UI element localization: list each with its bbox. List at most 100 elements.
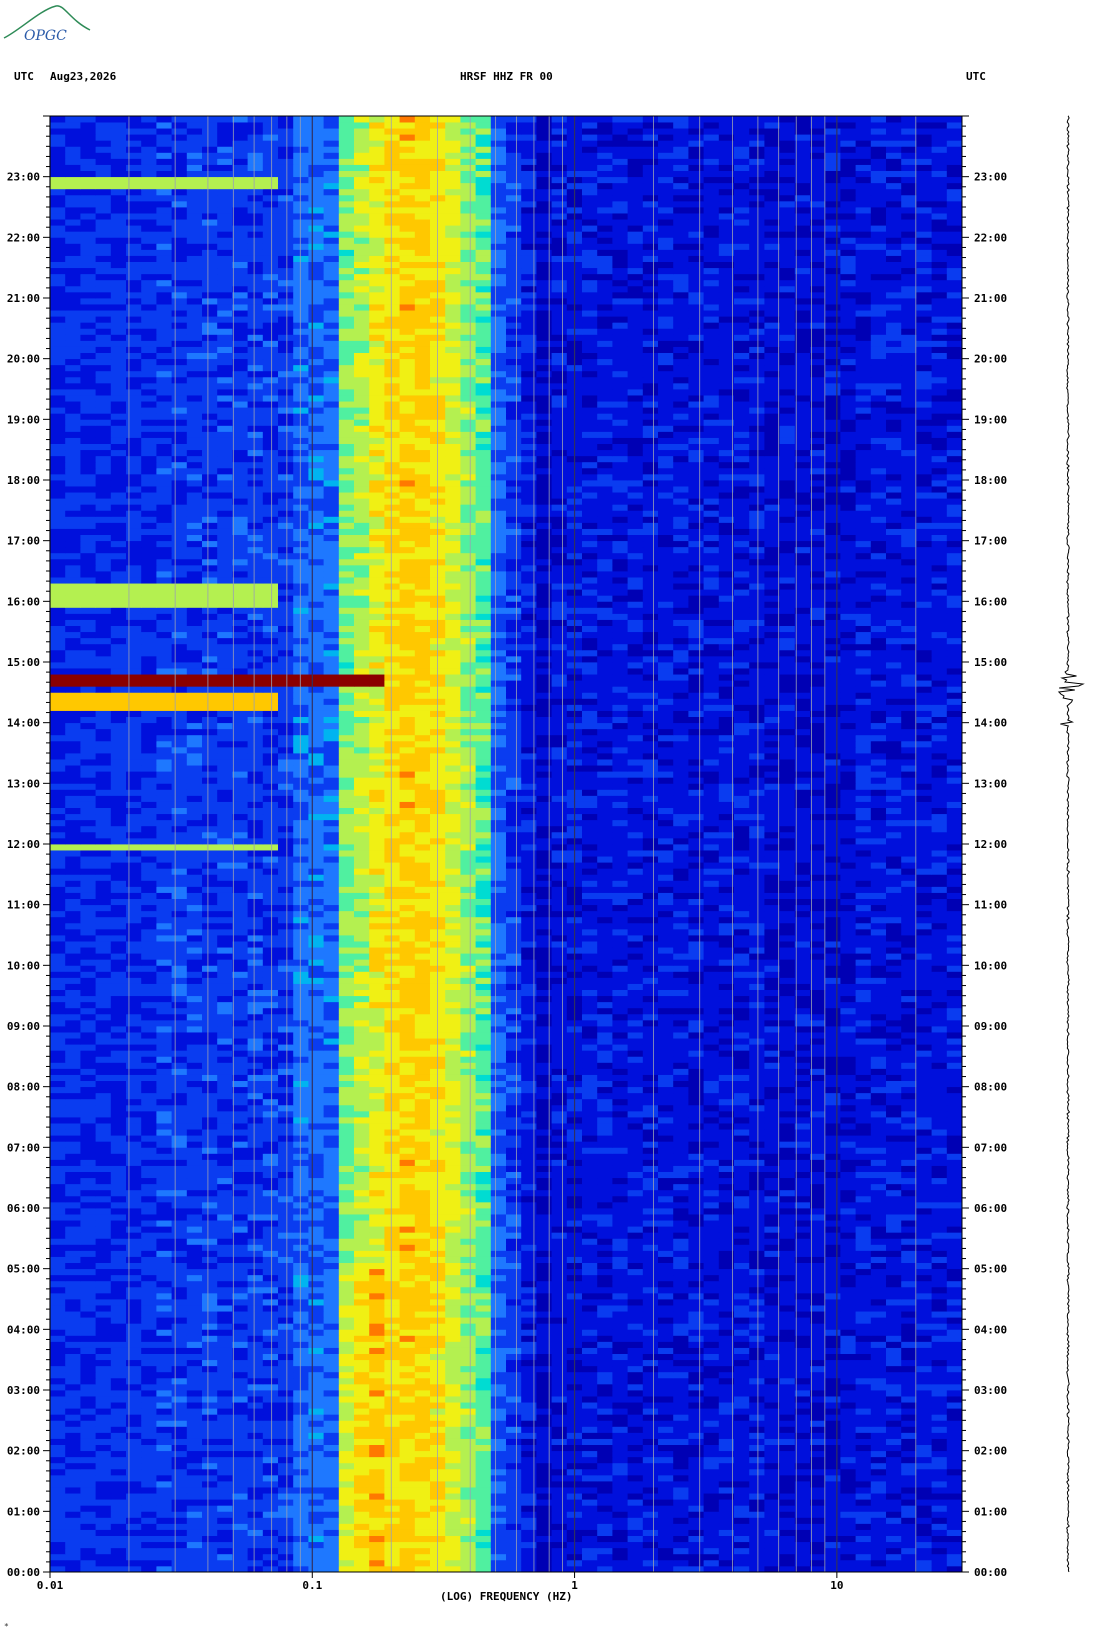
heatmap-cell [521, 1117, 537, 1124]
heatmap-cell [308, 1256, 324, 1263]
heatmap-cell [749, 1274, 765, 1282]
heatmap-cell [658, 1201, 674, 1209]
heatmap-cell [414, 1208, 431, 1215]
heatmap-cell [475, 1232, 492, 1239]
heatmap-cell [810, 1408, 826, 1415]
heatmap-cell [506, 1529, 522, 1536]
heatmap-cell [870, 1177, 887, 1185]
heatmap-cell [65, 1208, 81, 1215]
heatmap-cell [627, 1456, 644, 1464]
heatmap-cell [642, 1080, 659, 1088]
heatmap-cell [825, 1329, 841, 1336]
heatmap-cell [749, 1201, 765, 1209]
heatmap-cell [95, 1183, 112, 1191]
heatmap-cell [521, 1462, 537, 1470]
heatmap-cell [95, 1420, 112, 1427]
heatmap-cell [627, 1098, 644, 1106]
heatmap-cell [931, 1080, 948, 1088]
heatmap-cell [612, 1487, 628, 1494]
heatmap-cell [490, 1098, 507, 1106]
heatmap-cell [399, 1268, 416, 1276]
heatmap-cell [232, 1499, 248, 1506]
heatmap-cell [506, 1517, 522, 1524]
heatmap-cell [658, 1523, 674, 1530]
heatmap-cell [506, 1505, 522, 1512]
heatmap-cell [916, 1311, 932, 1318]
heatmap-cell [718, 1468, 735, 1476]
heatmap-cell [354, 1208, 370, 1215]
heatmap-cell [445, 1226, 461, 1233]
heatmap-cell [779, 1420, 796, 1427]
heatmap-cell [658, 1262, 674, 1270]
heatmap-cell [262, 1068, 279, 1075]
heatmap-cell [490, 1353, 507, 1361]
heatmap-cell [490, 1123, 507, 1130]
heatmap-cell [825, 1135, 841, 1142]
heatmap-cell [597, 1214, 613, 1221]
heatmap-cell [840, 1110, 856, 1118]
heatmap-cell [673, 1438, 689, 1445]
heatmap-cell [870, 1414, 887, 1421]
heatmap-cell [688, 1517, 704, 1524]
heatmap-cell [217, 1201, 233, 1209]
heatmap-cell [262, 1092, 279, 1100]
heatmap-cell [308, 1189, 324, 1197]
heatmap-cell [414, 1487, 431, 1494]
heatmap-cell [323, 1353, 340, 1361]
heatmap-cell [734, 1365, 750, 1373]
heatmap-cell [490, 1541, 507, 1549]
heatmap-cell [460, 1347, 476, 1354]
heatmap-cell [642, 1390, 659, 1397]
heatmap-cell [262, 1129, 279, 1136]
heatmap-cell [551, 1238, 568, 1245]
heatmap-cell [642, 1286, 659, 1294]
heatmap-cell [870, 1141, 887, 1148]
heatmap-cell [384, 1068, 400, 1075]
heatmap-cell [946, 1201, 963, 1209]
heatmap-cell [673, 1286, 689, 1294]
heatmap-cell [582, 1323, 598, 1330]
heatmap-cell [901, 1220, 917, 1227]
heatmap-cell [901, 1232, 917, 1239]
heatmap-cell [703, 1086, 720, 1094]
heatmap-cell [551, 1511, 568, 1518]
heatmap-cell [734, 1493, 750, 1500]
heatmap-cell [217, 1499, 233, 1506]
heatmap-cell [414, 1117, 431, 1124]
heatmap-cell [734, 1505, 750, 1512]
heatmap-cell [293, 1487, 309, 1494]
heatmap-cell [931, 1195, 948, 1203]
heatmap-cell [794, 1547, 811, 1555]
heatmap-cell [886, 1238, 902, 1245]
heatmap-cell [703, 1238, 720, 1245]
heatmap-cell [764, 1323, 780, 1330]
heatmap-cell [141, 1541, 157, 1549]
heatmap-cell [673, 1329, 689, 1336]
heatmap-cell [475, 1153, 492, 1160]
heatmap-cell [65, 1317, 81, 1324]
heatmap-cell [247, 1286, 264, 1294]
heatmap-cell [156, 1098, 172, 1106]
heatmap-cell [65, 1456, 81, 1464]
heatmap-cell [551, 1474, 568, 1482]
heatmap-cell [551, 1517, 568, 1524]
heatmap-cell [551, 1123, 568, 1130]
heatmap-cell [855, 1565, 872, 1573]
heatmap-cell [490, 1311, 507, 1318]
heatmap-cell [354, 1238, 370, 1245]
heatmap-cell [718, 1129, 735, 1136]
heatmap-cell [65, 1123, 81, 1130]
heatmap-cell [414, 1292, 431, 1300]
heatmap-cell [293, 1481, 309, 1488]
heatmap-cell [673, 1456, 689, 1464]
heatmap-cell [338, 1559, 355, 1567]
heatmap-cell [262, 1468, 279, 1476]
heatmap-cell [673, 1123, 689, 1130]
heatmap-cell [414, 1189, 431, 1197]
heatmap-cell [688, 1559, 704, 1567]
heatmap-cell [749, 1171, 765, 1179]
heatmap-cell [703, 1262, 720, 1270]
heatmap-cell [80, 1335, 96, 1342]
heatmap-cell [278, 1299, 294, 1306]
heatmap-cell [475, 1110, 492, 1118]
